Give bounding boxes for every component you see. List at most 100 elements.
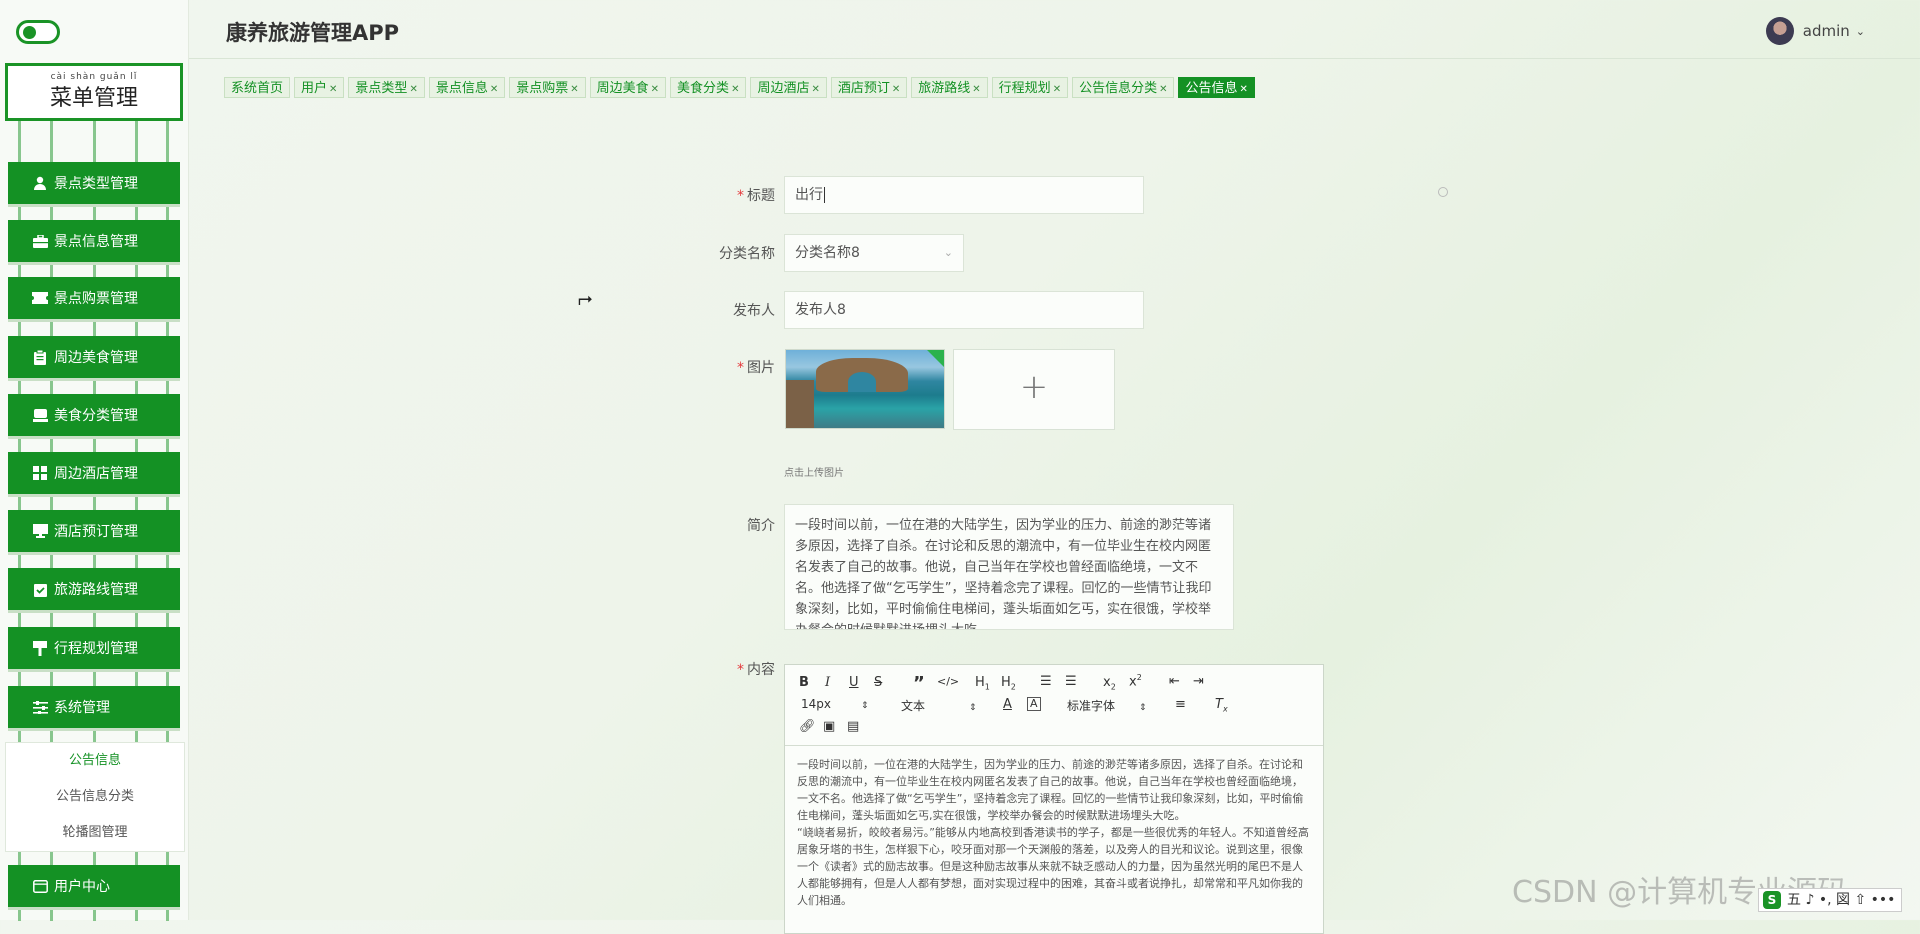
tab-label: 景点信息 [435, 81, 488, 96]
publisher-label: 发布人 [733, 303, 775, 319]
tab-item[interactable]: 景点类型 ✕ [348, 77, 425, 98]
close-icon[interactable]: ✕ [811, 84, 819, 95]
tab-item[interactable]: 旅游路线 ✕ [911, 77, 988, 98]
video-icon[interactable]: ▤ [847, 719, 859, 734]
code-icon[interactable]: </> [937, 675, 959, 688]
sidebar-item-label: 酒店预订管理 [54, 524, 138, 540]
superscript-icon[interactable]: x2 [1129, 673, 1142, 689]
strike-icon[interactable]: S [874, 675, 882, 690]
rich-text-editor: B I U S ” </> H1 H2 ☰ ☰ x2 x2 ⇤ ⇥ 14px ⇕ … [784, 664, 1324, 934]
image-icon[interactable]: ▣ [823, 719, 835, 734]
publisher-input[interactable]: 发布人8 [784, 291, 1144, 329]
sidebar-item-label: 美食分类管理 [54, 408, 138, 424]
system-submenu: 公告信息 公告信息分类 轮播图管理 [5, 742, 185, 852]
tab-item[interactable]: 景点信息 ✕ [428, 77, 506, 98]
bold-icon[interactable]: B [799, 675, 809, 690]
close-icon[interactable]: ✕ [1240, 84, 1248, 95]
tab-item[interactable]: 系统首页 [224, 77, 291, 98]
sidebar-item-scenic-info[interactable]: 景点信息管理 [8, 220, 180, 262]
font-color-icon[interactable]: A [1003, 697, 1012, 712]
background-color-icon[interactable]: A [1027, 697, 1041, 711]
required-mark: * [737, 662, 744, 678]
tab-label: 景点购票 [516, 81, 569, 96]
close-icon[interactable]: ✕ [1159, 84, 1167, 95]
avatar [1765, 17, 1794, 45]
chevron-down-icon: ⌄ [1855, 24, 1865, 38]
user-menu[interactable]: admin ⌄ [1765, 17, 1865, 45]
intro-textarea[interactable]: 一段时间以前，一位在港的大陆学生，因为学业的压力、前途的渺茫等诸多原因，选择了自… [784, 504, 1234, 630]
category-select[interactable]: 分类名称8 ⌄ [784, 234, 964, 272]
sidebar-item-hotel-booking[interactable]: 酒店预订管理 [8, 510, 180, 552]
outdent-icon[interactable]: ⇤ [1169, 674, 1180, 689]
tab-item[interactable]: 周边酒店 ✕ [750, 77, 827, 98]
required-mark: * [737, 360, 744, 376]
close-icon[interactable]: ✕ [1053, 84, 1061, 95]
sidebar-item-label: 行程规划管理 [54, 641, 138, 657]
close-icon[interactable]: ✕ [892, 84, 900, 95]
close-icon[interactable]: ✕ [490, 84, 498, 95]
submenu-item-notice-category[interactable]: 公告信息分类 [6, 779, 184, 815]
h1-icon[interactable]: H1 [975, 675, 990, 692]
tab-item[interactable]: 周边美食 ✕ [589, 77, 667, 98]
editor-content[interactable]: 一段时间以前，一位在港的大陆学生，因为学业的压力、前途的渺茫等诸多原因，选择了自… [785, 746, 1323, 919]
title-input[interactable]: 出行 [784, 176, 1144, 214]
link-icon[interactable]: 🔗︎ [799, 719, 816, 734]
user-icon [32, 176, 48, 190]
submenu-item-notice[interactable]: 公告信息 [6, 743, 184, 779]
sidebar-toggle[interactable] [16, 20, 60, 44]
radio-dot-icon [1438, 187, 1448, 197]
submenu-item-carousel[interactable]: 轮播图管理 [6, 815, 184, 851]
sidebar-item-system[interactable]: 系统管理 [8, 686, 180, 728]
app-title: 康养旅游管理APP [226, 21, 400, 45]
close-icon[interactable]: ✕ [972, 84, 980, 95]
bullet-list-icon[interactable]: ☰ [1065, 674, 1077, 689]
sidebar-item-scenic-type[interactable]: 景点类型管理 [8, 162, 180, 204]
grid-icon [32, 466, 48, 480]
mouse-cursor-icon: ⮣ [578, 288, 593, 309]
close-icon[interactable]: ✕ [570, 84, 578, 95]
editor-toolbar: B I U S ” </> H1 H2 ☰ ☰ x2 x2 ⇤ ⇥ 14px ⇕ … [785, 665, 1323, 746]
underline-icon[interactable]: U [849, 675, 859, 690]
briefcase-icon [32, 234, 48, 248]
tab-item[interactable]: 行程规划 ✕ [991, 77, 1069, 98]
id-card-icon [32, 879, 48, 893]
tab-item[interactable]: 景点购票 ✕ [509, 77, 586, 98]
checklist-icon [32, 582, 48, 597]
menu-title-text: 菜单管理 [49, 86, 138, 111]
tab-item[interactable]: 公告信息分类 ✕ [1072, 77, 1175, 98]
sidebar-item-user-center[interactable]: 用户中心 [8, 865, 180, 907]
upload-button[interactable]: + [953, 349, 1115, 430]
indent-icon[interactable]: ⇥ [1193, 674, 1204, 689]
paragraph-select[interactable]: 文本 ⇕ [901, 697, 977, 714]
close-icon[interactable]: ✕ [731, 84, 739, 95]
close-icon[interactable]: ✕ [409, 84, 417, 95]
font-size-select[interactable]: 14px ⇕ [801, 697, 869, 711]
close-icon[interactable]: ✕ [329, 84, 337, 95]
clear-format-icon[interactable]: Tx [1215, 697, 1228, 714]
sidebar-item-food[interactable]: 周边美食管理 [8, 336, 180, 378]
h2-icon[interactable]: H2 [1001, 675, 1016, 692]
align-icon[interactable]: ≡ [1175, 697, 1186, 712]
sidebar-item-hotel[interactable]: 周边酒店管理 [8, 452, 180, 494]
close-icon[interactable]: ✕ [651, 84, 659, 95]
ordered-list-icon[interactable]: ☰ [1040, 674, 1052, 689]
font-family-select[interactable]: 标准字体 ⇕ [1067, 697, 1147, 714]
tab-label: 周边酒店 [757, 81, 810, 96]
uploaded-image-thumbnail[interactable] [785, 349, 945, 429]
tab-item[interactable]: 美食分类 ✕ [670, 77, 747, 98]
sidebar-item-itinerary[interactable]: 行程规划管理 [8, 627, 180, 669]
subscript-icon[interactable]: x2 [1103, 675, 1116, 692]
tab-item[interactable]: 用户 ✕ [294, 77, 345, 98]
italic-icon[interactable]: I [825, 675, 830, 690]
editor-paragraph: 一段时间以前，一位在港的大陆学生，因为学业的压力、前途的渺茫等诸多原因，选择了自… [797, 758, 1304, 822]
sidebar-item-route[interactable]: 旅游路线管理 [8, 568, 180, 610]
tab-label: 酒店预订 [837, 81, 890, 96]
sidebar-item-label: 景点信息管理 [54, 234, 138, 250]
blockquote-icon[interactable]: ” [913, 673, 925, 694]
ime-toolbar[interactable]: S五 ♪ •, 図 ⇧ ••• [1758, 888, 1903, 912]
sidebar-item-ticket[interactable]: 景点购票管理 [8, 277, 180, 319]
tab-item[interactable]: 公告信息 ✕ [1178, 77, 1255, 98]
tab-label: 行程规划 [998, 81, 1051, 96]
tab-item[interactable]: 酒店预订 ✕ [830, 77, 908, 98]
sidebar-item-food-category[interactable]: 美食分类管理 [8, 394, 180, 436]
